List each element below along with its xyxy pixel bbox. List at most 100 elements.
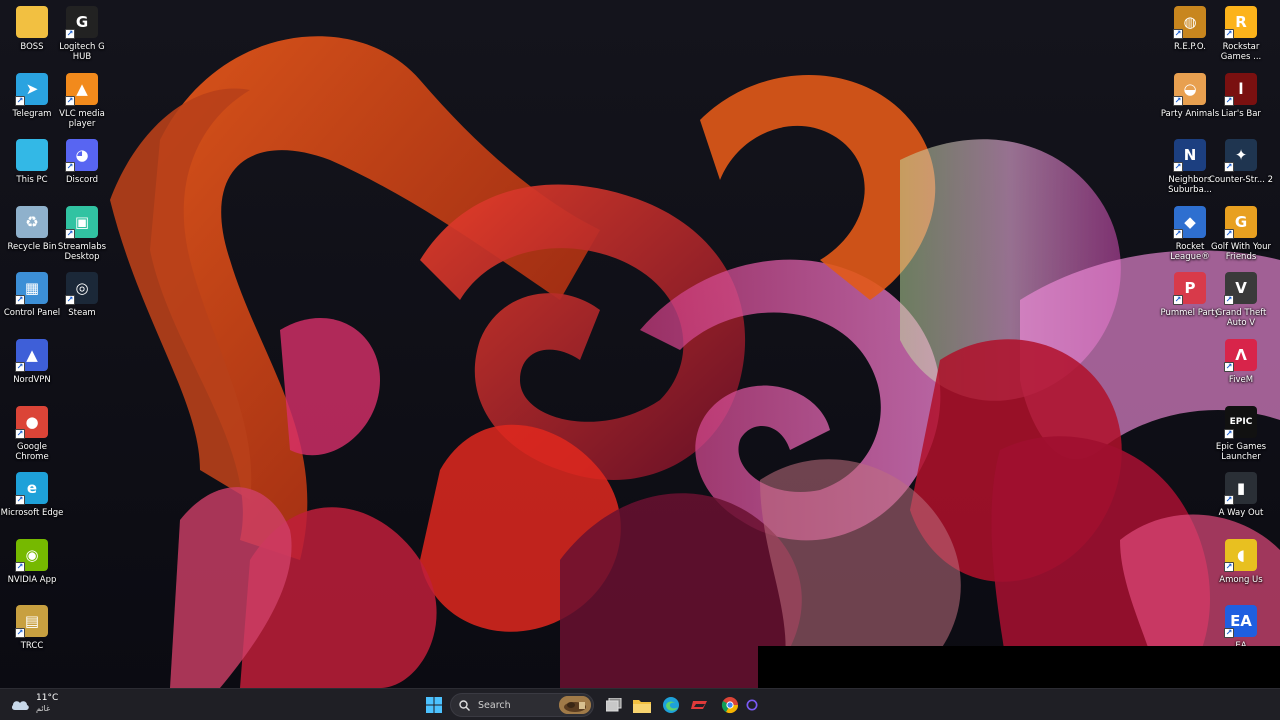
desktop-icon-label: Among Us	[1219, 574, 1263, 585]
neighbors-icon: N ↗	[1173, 139, 1206, 173]
desktop-icon-label: NordVPN	[13, 375, 51, 385]
shortcut-arrow-icon: ↗	[1224, 295, 1234, 306]
among-us-icon: ◖ ↗	[1224, 538, 1257, 572]
shortcut-arrow-icon: ↗	[1224, 29, 1234, 39]
search-icon	[459, 699, 470, 711]
desktop-icon-trcc[interactable]: ▤ ↗ TRCC	[0, 605, 64, 651]
a-way-out-icon: ▮ ↗	[1224, 472, 1257, 506]
shortcut-arrow-icon: ↗	[1173, 228, 1183, 239]
start-button[interactable]	[422, 693, 446, 717]
pummel-party-icon: P ↗	[1173, 272, 1206, 306]
edge-icon	[663, 697, 679, 713]
desktop-icon-label: Microsoft Edge	[0, 508, 64, 519]
desktop-icon-discord[interactable]: ◕ ↗ Discord	[50, 139, 114, 185]
logitech-g-icon: G ↗	[65, 6, 98, 39]
rocket-league-icon: ◆ ↗	[1173, 205, 1206, 239]
streamlabs-icon: ▣ ↗	[65, 205, 98, 239]
taskbar: 11°C غائم Search	[0, 688, 1280, 720]
cloud-icon	[11, 700, 29, 710]
counter-strike-icon: ✦ ↗	[1224, 139, 1257, 173]
recycle-bin-icon: ♻	[16, 205, 48, 238]
chrome-icon	[721, 697, 739, 714]
shortcut-arrow-icon: ↗	[1224, 162, 1234, 173]
control-panel-icon: ▦ ↗	[15, 272, 48, 306]
desktop-icon-steam[interactable]: ◎ ↗ Steam	[50, 272, 114, 318]
app-purple-button[interactable]	[746, 693, 758, 717]
file-explorer-button[interactable]	[630, 693, 654, 717]
desktop-icon-label: Steam	[68, 308, 96, 319]
desktop-icon-label: A Way Out	[1218, 508, 1264, 519]
taskbar-search-box[interactable]: Search	[450, 693, 594, 717]
desktop-icon-label: Google Chrome	[15, 441, 49, 462]
telegram-icon: ➤ ↗	[15, 72, 48, 106]
shortcut-arrow-icon: ↗	[65, 95, 75, 106]
ea-icon: EA ↗	[1224, 605, 1257, 639]
desktop-icon-vlc-media-player[interactable]: ▲ ↗ VLC media player	[50, 72, 114, 129]
windows-logo-icon	[426, 697, 442, 713]
desktop-icon-counter-str-2[interactable]: ✦ ↗ Counter-Str... 2	[1209, 139, 1273, 185]
discord-icon: ◕ ↗	[65, 139, 98, 173]
shortcut-arrow-icon: ↗	[1224, 561, 1234, 572]
chrome-icon: ● ↗	[15, 405, 48, 439]
desktop-icon-nvidia-app[interactable]: ◉ ↗ NVIDIA App	[0, 538, 64, 585]
desktop-icon-label: Epic Games Launcher	[1215, 441, 1267, 462]
nvidia-icon: ◉ ↗	[15, 538, 48, 572]
desktop-icon-liar-s-bar[interactable]: l ↗ Liar's Bar	[1209, 72, 1273, 119]
task-view-button[interactable]	[602, 693, 626, 717]
desktop-icon-ea[interactable]: EA↗EA	[1209, 605, 1273, 651]
desktop-icon-nordvpn[interactable]: ▲ ↗ NordVPN	[0, 339, 64, 385]
shortcut-arrow-icon: ↗	[1224, 228, 1234, 239]
desktop-icon-logitech-g-hub[interactable]: G ↗ Logitech G HUB	[50, 6, 114, 62]
desktop-icon-microsoft-edge[interactable]: e ↗ Microsoft Edge	[0, 472, 64, 518]
party-animals-icon: ◒ ↗	[1173, 72, 1206, 106]
search-highlight-image	[559, 696, 591, 714]
desktop-icon-rockstar-games[interactable]: R ↗ Rockstar Games ...	[1209, 6, 1273, 62]
gta-icon: V ↗	[1224, 272, 1257, 306]
shortcut-arrow-icon: ↗	[15, 428, 25, 439]
shortcut-arrow-icon: ↗	[15, 628, 25, 639]
desktop-icon-among-us[interactable]: ◖ ↗ Among Us	[1209, 538, 1273, 585]
desktop-icon-label: VLC media player	[59, 108, 105, 129]
desktop-icon-grand-theft-auto-v[interactable]: V ↗ Grand Theft Auto V	[1209, 272, 1273, 328]
app-red-button[interactable]	[688, 693, 712, 717]
desktop-wallpaper	[0, 0, 1280, 688]
desktop-icon-fivem[interactable]: Λ ↗ FiveM	[1209, 339, 1273, 385]
folder-icon	[633, 699, 651, 713]
repo-game-icon: ◍ ↗	[1173, 6, 1206, 39]
shortcut-arrow-icon: ↗	[1224, 362, 1234, 372]
shortcut-arrow-icon: ↗	[1224, 495, 1234, 506]
desktop-icon-streamlabs-desktop[interactable]: ▣ ↗ Streamlabs Desktop	[50, 205, 114, 262]
desktop-icon-google-chrome[interactable]: ● ↗ Google Chrome	[0, 405, 64, 462]
desktop-icon-label: TRCC	[20, 641, 44, 652]
desktop-icon-epic-games-launcher[interactable]: EPIC ↗ Epic Games Launcher	[1209, 405, 1273, 462]
desktop-icon-label: Logitech G HUB	[59, 42, 105, 62]
shortcut-arrow-icon: ↗	[1173, 29, 1183, 39]
shortcut-arrow-icon: ↗	[15, 362, 25, 372]
steam-icon: ◎ ↗	[65, 272, 98, 306]
desktop-icon-label: Liar's Bar	[1221, 108, 1261, 119]
purple-app-icon	[746, 699, 758, 711]
shortcut-arrow-icon: ↗	[15, 95, 25, 106]
weather-temperature: 11°C	[36, 693, 59, 703]
chrome-button[interactable]	[718, 693, 742, 717]
desktop-icon-label: Golf With Your Friends	[1211, 241, 1271, 262]
desktop-icon-label: Counter-Str... 2	[1208, 175, 1274, 186]
shortcut-arrow-icon: ↗	[1173, 95, 1183, 106]
desktop-icon-golf-with-your-friends[interactable]: G ↗ Golf With Your Friends	[1209, 205, 1273, 262]
shortcut-arrow-icon: ↗	[1224, 95, 1234, 106]
shortcut-arrow-icon: ↗	[65, 228, 75, 239]
liars-bar-icon: l ↗	[1224, 72, 1257, 106]
shortcut-arrow-icon: ↗	[1173, 162, 1183, 173]
golf-icon: G ↗	[1224, 205, 1257, 239]
rockstar-icon: R ↗	[1224, 6, 1257, 39]
desktop-icon-label: NVIDIA App	[7, 574, 57, 585]
edge-button[interactable]	[659, 693, 683, 717]
red-app-icon	[691, 701, 707, 709]
shortcut-arrow-icon: ↗	[15, 495, 25, 506]
weather-widget[interactable]: 11°C غائم	[10, 693, 58, 714]
desktop-icon-a-way-out[interactable]: ▮ ↗ A Way Out	[1209, 472, 1273, 518]
shortcut-arrow-icon: ↗	[65, 162, 75, 173]
nordvpn-icon: ▲ ↗	[15, 339, 48, 372]
shortcut-arrow-icon: ↗	[65, 29, 75, 39]
shortcut-arrow-icon: ↗	[15, 295, 25, 306]
